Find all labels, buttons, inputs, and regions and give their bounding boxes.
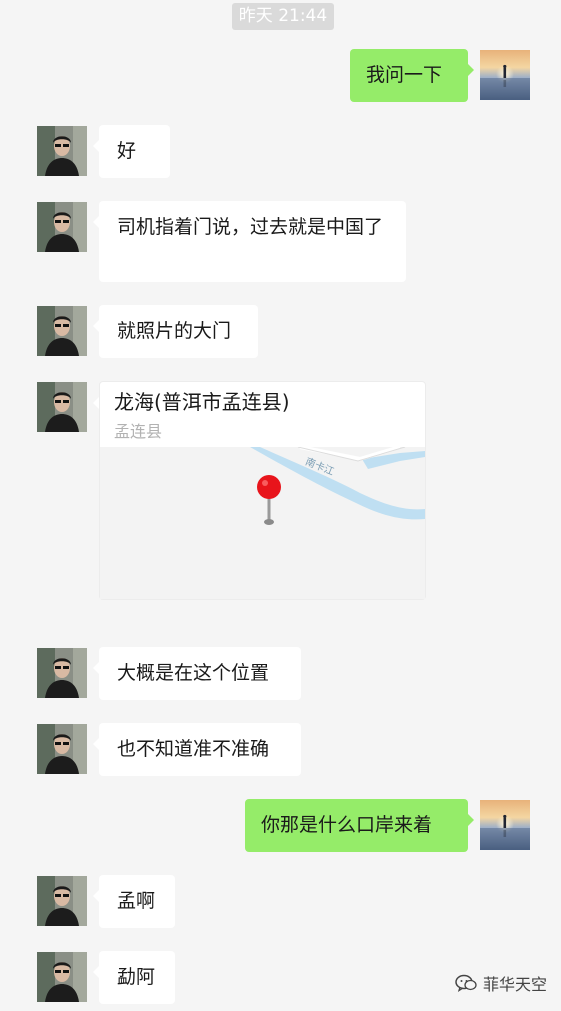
person-avatar-image — [37, 126, 87, 176]
my-avatar[interactable] — [480, 50, 530, 100]
sunset-beach-avatar-image — [480, 800, 530, 850]
map-image: 南卡江 — [100, 447, 425, 599]
location-message-card[interactable]: 龙海(普洱市孟连县) 孟连县 南卡江 — [93, 381, 426, 600]
chat-timestamp: 昨天 21:44 — [232, 3, 334, 30]
contact-avatar[interactable] — [37, 876, 87, 926]
message-bubble-incoming[interactable]: 好 — [93, 125, 170, 178]
person-avatar-image — [37, 952, 87, 1002]
my-avatar[interactable] — [480, 800, 530, 850]
person-avatar-image — [37, 202, 87, 252]
message-text: 大概是在这个位置 — [117, 662, 270, 684]
message-text: 勐阿 — [117, 966, 156, 988]
contact-avatar[interactable] — [37, 306, 87, 356]
message-bubble-outgoing[interactable]: 你那是什么口岸来着 — [245, 799, 474, 852]
message-text: 孟啊 — [117, 890, 156, 912]
message-bubble-outgoing[interactable]: 我问一下 — [350, 49, 474, 102]
contact-avatar[interactable] — [37, 648, 87, 698]
message-text: 就照片的大门 — [117, 320, 232, 342]
location-map-preview[interactable]: 南卡江 — [100, 447, 425, 599]
message-text: 也不知道准不准确 — [117, 738, 270, 760]
contact-avatar[interactable] — [37, 126, 87, 176]
message-bubble-incoming[interactable]: 司机指着门说，过去就是中国了 — [93, 201, 406, 282]
contact-avatar[interactable] — [37, 724, 87, 774]
contact-avatar[interactable] — [37, 382, 87, 432]
location-subtitle: 孟连县 — [114, 422, 163, 441]
location-title: 龙海(普洱市孟连县) — [114, 390, 290, 414]
message-bubble-incoming[interactable]: 大概是在这个位置 — [93, 647, 301, 700]
message-bubble-incoming[interactable]: 就照片的大门 — [93, 305, 258, 358]
message-text: 我问一下 — [366, 64, 443, 86]
sunset-beach-avatar-image — [480, 50, 530, 100]
contact-avatar[interactable] — [37, 202, 87, 252]
person-avatar-image — [37, 382, 87, 432]
person-avatar-image — [37, 648, 87, 698]
message-bubble-incoming[interactable]: 勐阿 — [93, 951, 175, 1004]
wechat-official-account-icon — [455, 974, 477, 992]
message-text: 好 — [117, 140, 137, 162]
message-text: 司机指着门说，过去就是中国了 — [117, 216, 384, 238]
watermark: 菲华天空 — [455, 971, 547, 995]
person-avatar-image — [37, 724, 87, 774]
message-text: 你那是什么口岸来着 — [261, 814, 433, 836]
contact-avatar[interactable] — [37, 952, 87, 1002]
person-avatar-image — [37, 876, 87, 926]
watermark-text: 菲华天空 — [482, 975, 547, 994]
message-bubble-incoming[interactable]: 孟啊 — [93, 875, 175, 928]
person-avatar-image — [37, 306, 87, 356]
message-bubble-incoming[interactable]: 也不知道准不准确 — [93, 723, 301, 776]
